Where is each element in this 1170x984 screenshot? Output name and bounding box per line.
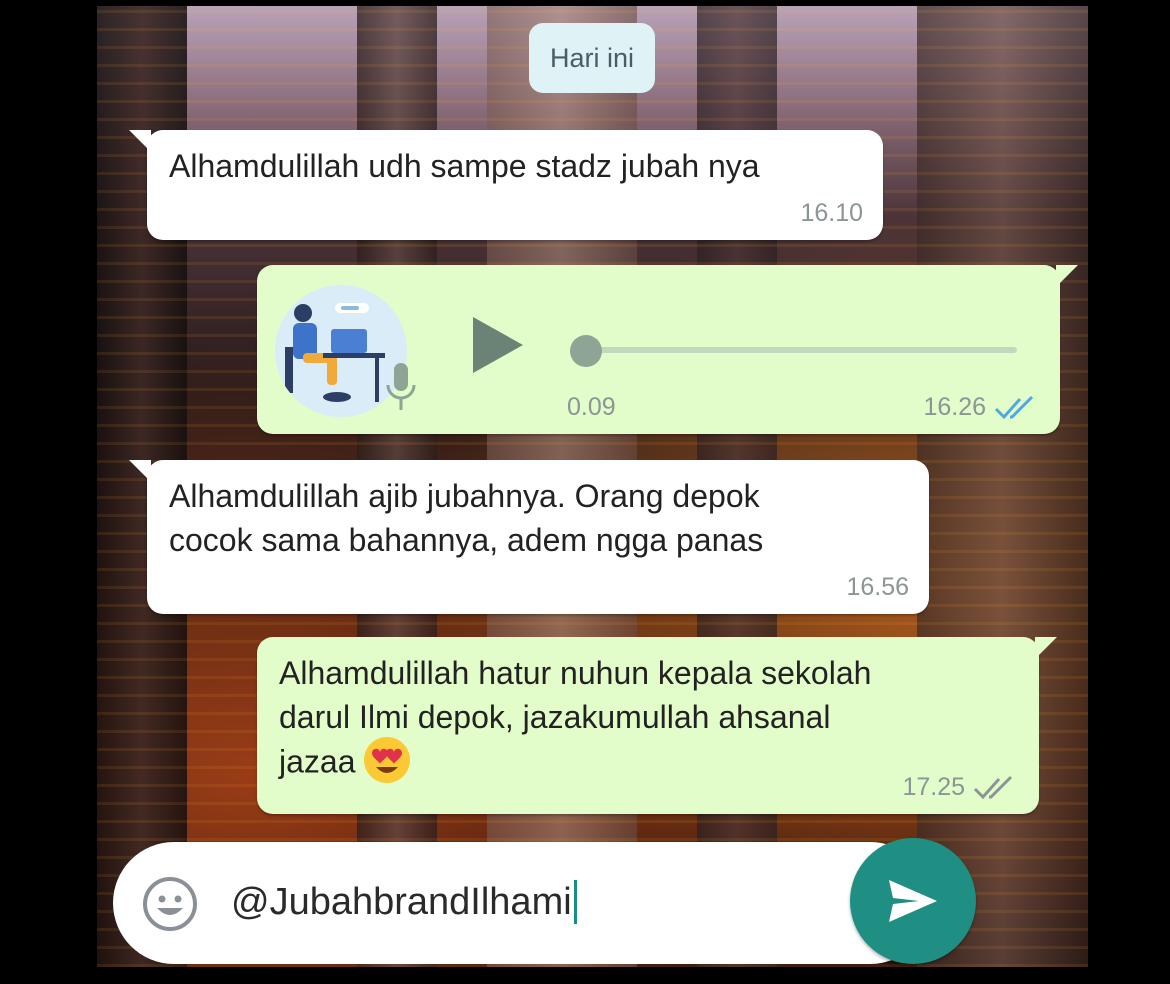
message-time: 16.56	[846, 573, 909, 602]
double-check-delivered-icon	[973, 775, 1013, 799]
send-icon	[889, 880, 937, 922]
double-check-read-icon	[994, 395, 1034, 419]
message-input-value: @JubahbrandIlhami	[231, 880, 572, 923]
message-composer[interactable]: @JubahbrandIlhami	[113, 842, 931, 964]
message-time: 16.10	[800, 199, 863, 228]
chat-area[interactable]: Hari ini Alhamdulillah udh sampe stadz j…	[97, 6, 1088, 967]
microphone-icon	[386, 363, 416, 410]
message-time-label: 16.10	[800, 199, 863, 227]
text-caret	[573, 880, 577, 924]
voice-progress-knob[interactable]	[570, 335, 602, 367]
voice-progress-track[interactable]	[572, 347, 1017, 353]
message-bubble-incoming[interactable]: Alhamdulillah udh sampe stadz jubah nya …	[129, 130, 883, 240]
message-text: Alhamdulillah udh sampe stadz jubah nya	[169, 148, 760, 184]
voice-message-bubble[interactable]: 0.09 16.26	[257, 265, 1078, 434]
message-time-label: 17.25	[902, 773, 965, 801]
message-time-label: 16.26	[923, 393, 986, 421]
message-text: Alhamdulillah ajib jubahnya. Orang depok…	[169, 478, 764, 558]
heart-eyes-emoji	[363, 737, 410, 783]
send-button[interactable]	[850, 838, 976, 964]
message-bubble-incoming[interactable]: Alhamdulillah ajib jubahnya. Orang depok…	[129, 460, 929, 614]
play-icon[interactable]	[467, 313, 527, 377]
date-chip: Hari ini	[529, 23, 655, 93]
message-bubble-outgoing[interactable]: Alhamdulillah hatur nuhun kepala sekolah…	[257, 637, 1057, 814]
message-time: 17.25	[902, 773, 1019, 802]
smile-icon[interactable]	[141, 875, 199, 933]
message-time: 16.26	[923, 393, 1040, 422]
voice-duration: 0.09	[567, 393, 616, 421]
message-time-label: 16.56	[846, 573, 909, 601]
message-text: Alhamdulillah hatur nuhun kepala sekolah…	[279, 651, 871, 789]
message-input[interactable]: @JubahbrandIlhami	[231, 880, 577, 924]
